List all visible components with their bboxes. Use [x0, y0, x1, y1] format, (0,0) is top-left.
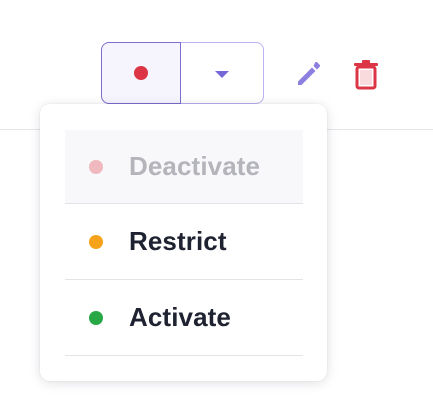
menu-item-activate[interactable]: Activate [65, 280, 303, 356]
status-dot-icon [134, 66, 148, 80]
deactivate-dot-icon [89, 159, 103, 174]
status-split-button [101, 42, 264, 104]
restrict-dot-icon [89, 234, 103, 249]
delete-button[interactable] [346, 55, 386, 95]
menu-item-label: Activate [129, 302, 231, 332]
status-button[interactable] [101, 42, 181, 104]
menu-item-label: Deactivate [129, 151, 261, 181]
edit-button[interactable] [289, 53, 329, 93]
caret-down-icon [215, 70, 229, 78]
status-dropdown-menu: Deactivate Restrict Activate [40, 104, 327, 381]
menu-item-restrict[interactable]: Restrict [65, 204, 303, 280]
menu-item-label: Restrict [129, 226, 227, 256]
status-actions-area: Deactivate Restrict Activate [0, 0, 433, 412]
status-dropdown-toggle[interactable] [181, 42, 264, 104]
menu-item-deactivate: Deactivate [65, 130, 303, 204]
trash-icon [354, 60, 378, 90]
pencil-icon [298, 61, 321, 85]
activate-dot-icon [89, 310, 103, 325]
